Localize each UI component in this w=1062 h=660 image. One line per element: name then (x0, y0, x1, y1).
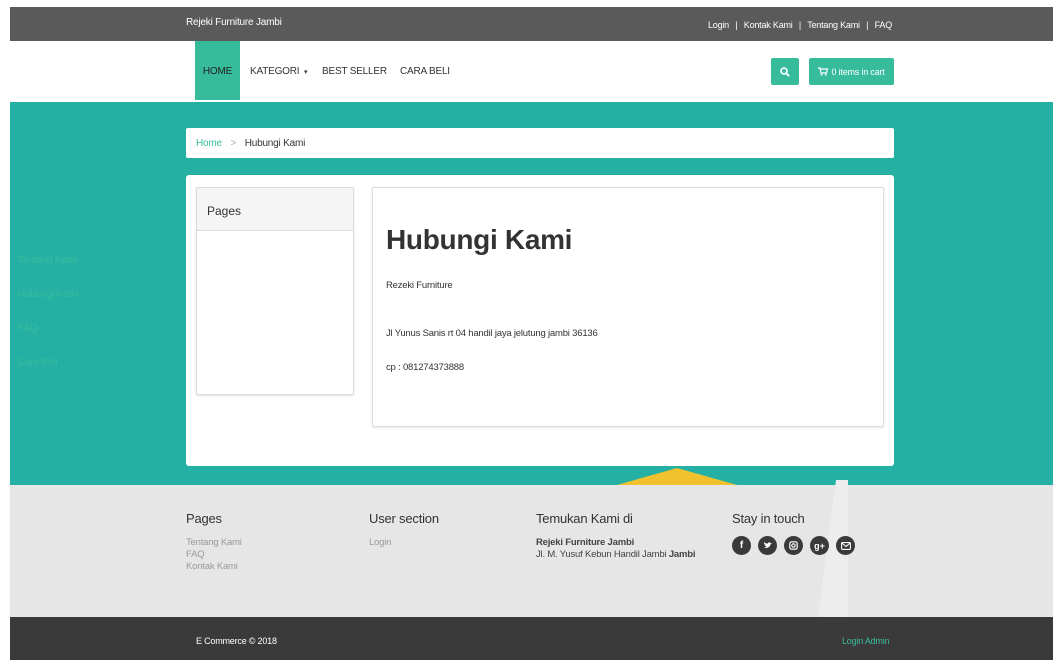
site-brand[interactable]: Rejeki Furniture Jambi (186, 17, 282, 28)
cart-icon (818, 67, 829, 76)
cart-button[interactable]: 0 items in cart (809, 58, 894, 85)
google-plus-icon[interactable]: g+ (810, 536, 829, 555)
copyright: E Commerce © 2018 (196, 636, 277, 646)
footer-find-title: Temukan Kami di (536, 511, 633, 526)
top-link-separator: | (798, 20, 802, 30)
footer (10, 485, 1053, 617)
footer-link-login[interactable]: Login (369, 537, 391, 548)
footer-touch-title: Stay in touch (732, 511, 805, 526)
top-link-login[interactable]: Login (708, 20, 729, 30)
footer-link-kontak-kami[interactable]: Kontak Kami (186, 561, 238, 572)
pages-panel-title: Pages (197, 188, 353, 231)
nav-kategori[interactable]: KATEGORI ▾ (250, 41, 307, 100)
company-address: Jl Yunus Sanis rt 04 handil jaya jelutun… (386, 328, 598, 339)
nav-home[interactable]: HOME (195, 41, 240, 100)
top-bar (10, 7, 1053, 41)
top-link-separator: | (866, 20, 869, 30)
footer-store-name: Rejeki Furniture Jambi (536, 537, 635, 548)
nav-best-seller[interactable]: BEST SELLER (322, 41, 387, 100)
bottom-bar (10, 617, 1053, 660)
cart-label: 0 items in cart (831, 66, 885, 77)
sidebar-link-tentang-kami[interactable]: Tentang Kami (18, 255, 77, 266)
footer-link-tentang-kami[interactable]: Tentang Kami (186, 537, 242, 548)
breadcrumb-separator: > (230, 138, 237, 149)
sidebar-link-faq[interactable]: FAQ (18, 323, 38, 334)
top-link-tentang[interactable]: Tentang Kami (807, 20, 860, 30)
company-name: Rezeki Furniture (386, 280, 453, 291)
footer-pages-title: Pages (186, 511, 222, 526)
top-link-kontak[interactable]: Kontak Kami (744, 20, 793, 30)
twitter-icon[interactable] (758, 536, 777, 555)
instagram-icon[interactable] (784, 536, 803, 555)
breadcrumb-current: Hubungi Kami (244, 138, 306, 149)
footer-link-faq[interactable]: FAQ (186, 549, 205, 560)
login-admin-link[interactable]: Login Admin (842, 636, 890, 646)
top-links: Login | Kontak Kami | Tentang Kami | FAQ (708, 20, 892, 30)
footer-store-street: Jl. M. Yusuf Kebun Handil Jambi (536, 549, 667, 560)
footer-user-title: User section (369, 511, 439, 526)
hero-decoration (617, 468, 737, 485)
main-navbar (10, 41, 1053, 102)
top-link-faq[interactable]: FAQ (875, 20, 893, 30)
pages-panel: Pages (196, 187, 354, 395)
top-link-separator: | (735, 20, 738, 30)
page-title: Hubungi Kami (386, 224, 573, 255)
search-button[interactable] (771, 58, 799, 85)
nav-cara-beli[interactable]: CARA BELI (400, 41, 450, 100)
nav-kategori-label: KATEGORI (250, 66, 300, 77)
search-icon (780, 66, 790, 77)
footer-store-address: Jl. M. Yusuf Kebun Handil Jambi Jambi (536, 549, 696, 560)
caret-down-icon: ▾ (303, 69, 308, 76)
footer-store-city: Jambi (668, 549, 696, 560)
breadcrumb-home[interactable]: Home (196, 138, 222, 149)
main-panel (372, 187, 884, 427)
email-icon[interactable] (836, 536, 855, 555)
breadcrumb: Home > Hubungi Kami (186, 128, 894, 158)
facebook-icon[interactable]: f (732, 536, 751, 555)
sidebar-link-hubungi-kami[interactable]: Hubungi Kami (18, 289, 79, 300)
sidebar-link-cara-beli[interactable]: Cara Beli (18, 357, 58, 368)
company-phone: cp : 081274373888 (386, 362, 464, 373)
